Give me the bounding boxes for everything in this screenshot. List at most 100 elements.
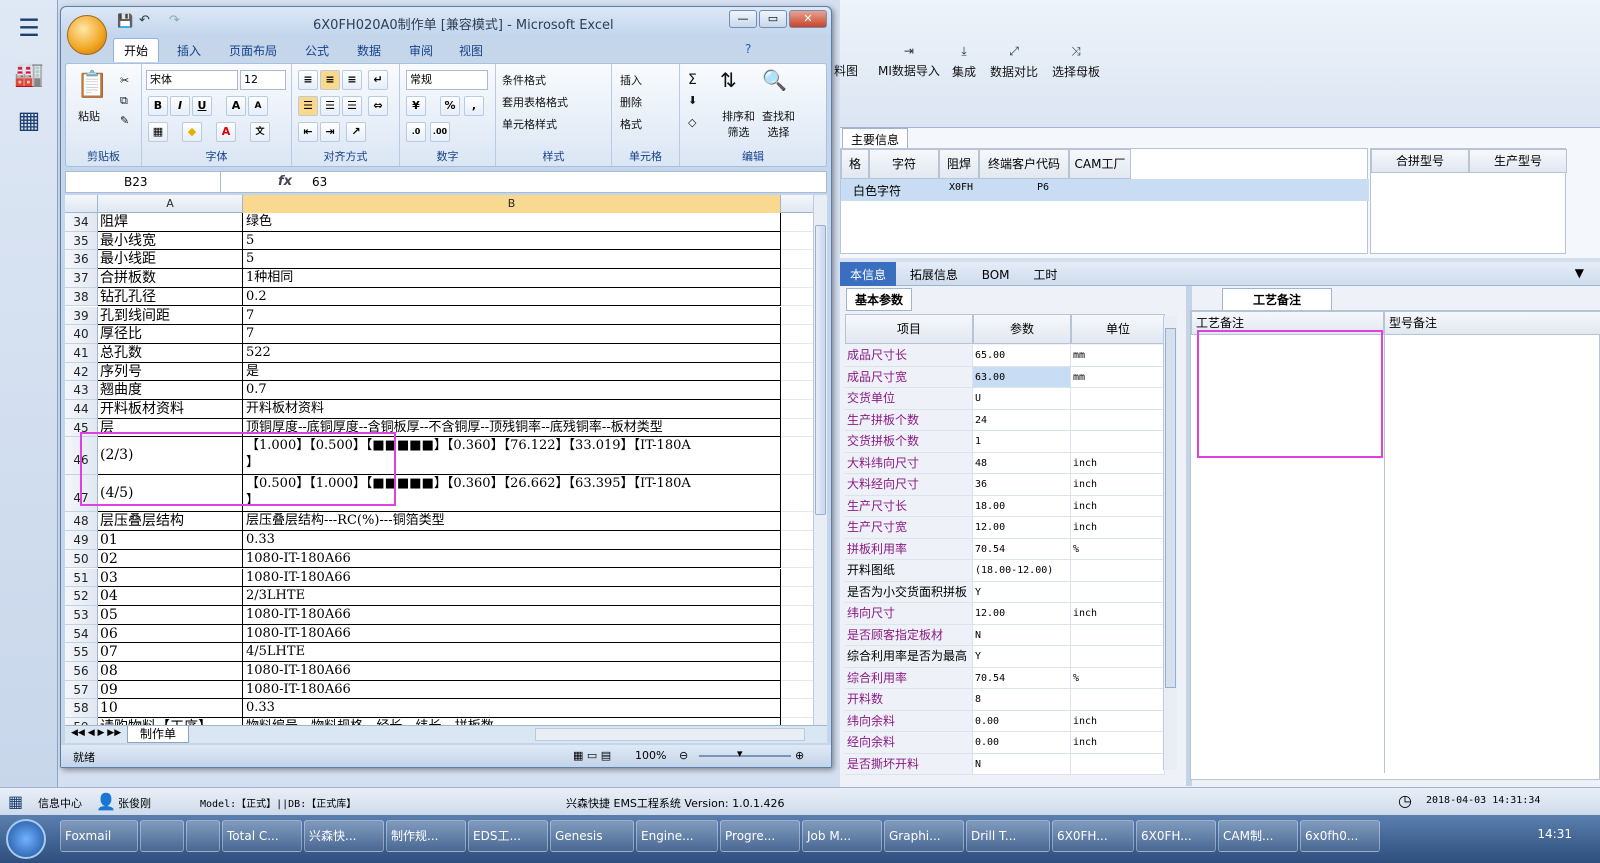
cell-c[interactable] — [781, 699, 813, 719]
decrease-decimal-icon[interactable]: .00 — [430, 122, 450, 142]
param-row[interactable]: 纬向余料 0.00 inch — [845, 710, 1165, 732]
cell-a[interactable]: 钻孔孔径 — [98, 287, 243, 307]
param-row[interactable]: 生产尺寸长 18.00 inch — [845, 495, 1165, 517]
cell-a[interactable]: 总孔数 — [98, 343, 243, 363]
cell-c[interactable] — [781, 512, 813, 532]
underline-icon[interactable]: U — [192, 96, 212, 116]
param-row[interactable]: 成品尺寸宽 63.00 mm — [845, 366, 1165, 388]
cell-a[interactable]: 开料板材资料 — [98, 400, 243, 419]
table-row[interactable]: 50 02 1080-IT-180A66 — [65, 549, 813, 569]
maximize-button[interactable]: ▭ — [759, 10, 787, 28]
cell-b[interactable]: 0.7 — [243, 381, 781, 400]
align-middle-icon[interactable]: ≡ — [320, 70, 340, 90]
cell-b[interactable]: 5 — [243, 250, 781, 270]
taskbar-item[interactable] — [140, 820, 184, 852]
zoom-thumb[interactable]: ▾ — [737, 747, 743, 760]
param-row[interactable]: 大料经向尺寸 36 inch — [845, 474, 1165, 496]
dropdown-icon[interactable]: ▼ — [1565, 262, 1594, 284]
row-header[interactable]: 50 — [65, 549, 98, 569]
cell-b[interactable]: 2/3LHTE — [243, 587, 781, 606]
cell-b[interactable]: 是 — [243, 362, 781, 382]
table-row[interactable]: 59请购物料【工序】物料编号---物料规格---经长---纬长---拼板数 — [65, 718, 813, 725]
row-header[interactable]: 41 — [65, 343, 98, 363]
row-header[interactable]: 44 — [65, 400, 98, 419]
table-row[interactable]: 58 10 0.33 — [65, 699, 813, 719]
taskbar-item[interactable]: Engine... — [636, 820, 718, 852]
param-value[interactable]: (18.00-12.00) — [973, 560, 1071, 582]
tab-basic-info[interactable]: 本信息 — [840, 262, 897, 287]
table-row[interactable]: 37 合拼板数 1种相同 — [65, 269, 813, 288]
cell-c[interactable] — [781, 419, 813, 438]
cell-a[interactable]: 06 — [98, 624, 243, 644]
cell-a[interactable]: 01 — [98, 531, 243, 550]
taskbar-item[interactable]: 制作规... — [386, 820, 466, 852]
param-value[interactable]: Y — [973, 581, 1071, 603]
cell-c[interactable] — [781, 344, 813, 363]
param-row[interactable]: 开料数 8 — [845, 689, 1165, 711]
align-top-icon[interactable]: ≡ — [298, 70, 318, 90]
orientation-icon[interactable]: ↗ — [346, 122, 366, 142]
param-value[interactable]: 18.00 — [973, 495, 1071, 517]
info-center[interactable]: 信息中心 — [38, 795, 82, 811]
table-row[interactable]: 34 阻焊 绿色 — [65, 213, 813, 232]
row-header[interactable]: 49 — [65, 531, 98, 550]
wrap-text-icon[interactable]: ↵ — [368, 70, 388, 90]
clear-icon[interactable]: ◇ — [688, 116, 696, 129]
row-header[interactable]: 56 — [65, 662, 98, 681]
zoom-level[interactable]: 100% — [635, 749, 666, 762]
increase-indent-icon[interactable]: ⇥ — [320, 122, 340, 142]
find-select-icon[interactable]: 🔍 — [762, 68, 787, 92]
cell-a[interactable]: 03 — [98, 568, 243, 588]
currency-icon[interactable]: ¥ — [406, 96, 426, 116]
cell-c[interactable] — [781, 381, 813, 400]
formula-input[interactable]: 63 — [312, 175, 327, 189]
cell-b[interactable]: 1080-IT-180A66 — [243, 568, 781, 588]
param-row[interactable]: 纬向尺寸 12.00 inch — [845, 603, 1165, 625]
cell-b[interactable]: 5 — [243, 231, 781, 251]
scroll-thumb[interactable] — [1165, 328, 1176, 688]
table-row[interactable]: 39 孔到线间距 7 — [65, 306, 813, 326]
cell-a[interactable]: 07 — [98, 643, 243, 662]
cell-a[interactable]: 最小线宽 — [98, 231, 243, 251]
cell-c[interactable] — [781, 325, 813, 344]
cell-a[interactable]: 阻焊 — [98, 213, 243, 232]
param-value[interactable]: N — [973, 624, 1071, 646]
tab-home[interactable]: 开始 — [113, 38, 160, 62]
cell-b[interactable]: 物料编号---物料规格---经长---纬长---拼板数 — [243, 718, 781, 725]
table-row[interactable]: 55 07 4/5LHTE — [65, 643, 813, 662]
font-size-select[interactable]: 12 — [240, 70, 286, 90]
scroll-thumb[interactable] — [815, 225, 826, 515]
zoom-in-icon[interactable]: ⊕ — [795, 749, 804, 762]
taskbar-item[interactable] — [186, 820, 220, 852]
italic-icon[interactable]: I — [170, 96, 190, 116]
table-row[interactable]: 40 厚径比 7 — [65, 325, 813, 344]
border-icon[interactable]: ▦ — [148, 122, 168, 142]
sheet-tab[interactable]: 制作单 — [127, 726, 190, 743]
cell-a[interactable]: 厚径比 — [98, 325, 243, 344]
table-row[interactable]: 36 最小线距 5 — [65, 250, 813, 270]
param-value[interactable]: 63.00 — [973, 366, 1071, 388]
tab-view[interactable]: 视图 — [459, 42, 483, 59]
cell-c[interactable] — [781, 662, 813, 681]
tab-bom[interactable]: BOM — [972, 264, 1020, 286]
cell-b[interactable]: 1080-IT-180A66 — [243, 624, 781, 644]
ems-btn-compare[interactable]: ⤢ 数据对比 — [990, 44, 1038, 80]
conditional-format-button[interactable]: 条件格式 — [502, 72, 546, 88]
taskbar-item[interactable]: Job M... — [802, 820, 882, 852]
cell-a[interactable]: 层压叠层结构 — [98, 512, 243, 532]
cell-a[interactable]: 孔到线间距 — [98, 306, 243, 326]
ems-btn-integrate[interactable]: ⤓ 集成 — [952, 44, 976, 80]
row-header[interactable]: 35 — [65, 231, 98, 251]
select-all[interactable] — [65, 195, 98, 213]
table-row[interactable]: 51 03 1080-IT-180A66 — [65, 568, 813, 588]
taskbar-item[interactable]: Graphi... — [884, 820, 964, 852]
cell-c[interactable] — [781, 718, 813, 725]
vertical-scrollbar[interactable] — [813, 195, 827, 725]
cell-a[interactable]: 翘曲度 — [98, 381, 243, 400]
param-scrollbar[interactable] — [1163, 316, 1177, 770]
table-row[interactable]: 38 钻孔孔径 0.2 — [65, 287, 813, 307]
bold-icon[interactable]: B — [148, 96, 168, 116]
cell-a[interactable]: 04 — [98, 587, 243, 606]
taskbar-item[interactable]: Genesis — [550, 820, 634, 852]
param-row[interactable]: 交货单位 U — [845, 388, 1165, 410]
